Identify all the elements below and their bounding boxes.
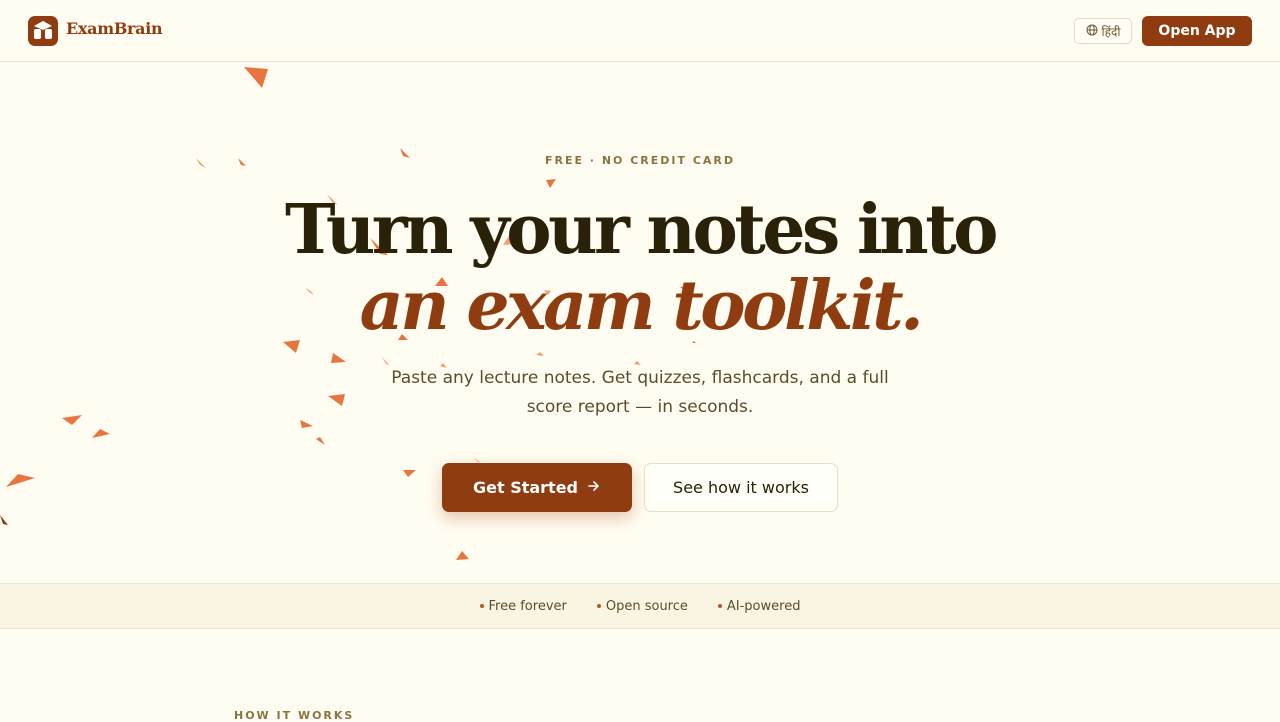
bullet-icon	[479, 604, 484, 608]
bullet-icon	[717, 604, 722, 608]
see-how-it-works-button[interactable]: See how it works	[644, 463, 838, 512]
feature-label: Open source	[605, 598, 688, 614]
paper-plane-icon	[456, 551, 469, 560]
paper-plane-icon	[244, 67, 268, 88]
paper-plane-icon	[62, 415, 82, 425]
hero-eyebrow: FREE · NO CREDIT CARD	[544, 154, 736, 167]
hero-subtitle: Paste any lecture notes. Get quizzes, fl…	[391, 368, 889, 417]
feature-item: Free forever	[479, 598, 567, 614]
get-started-button[interactable]: Get Started	[442, 463, 632, 512]
paper-plane-icon	[92, 429, 110, 438]
feature-label: AI-powered	[726, 598, 801, 614]
open-app-button[interactable]: Open App	[1142, 16, 1252, 46]
paper-plane-icon	[300, 420, 313, 428]
how-it-works-label: HOW IT WORKS	[234, 709, 355, 722]
language-label: हिंदी	[1101, 24, 1121, 39]
feature-label: Free forever	[488, 598, 567, 614]
paper-plane-icon	[331, 353, 346, 363]
globe-icon	[1086, 24, 1098, 39]
logo-icon[interactable]	[28, 16, 58, 46]
feature-item: Open source	[596, 598, 688, 614]
paper-plane-icon	[316, 437, 325, 445]
paper-plane-icon	[0, 515, 8, 525]
top-header: ExamBrain हिंदी Open App	[0, 0, 1280, 62]
paper-plane-icon	[6, 474, 35, 487]
feature-item: AI-powered	[717, 598, 801, 614]
brand-name[interactable]: ExamBrain	[66, 19, 163, 38]
language-toggle-button[interactable]: हिंदी	[1074, 18, 1132, 44]
paper-plane-icon	[382, 357, 389, 365]
paper-plane-icon	[328, 394, 345, 406]
paper-plane-icon	[546, 179, 556, 188]
get-started-label: Get Started	[472, 478, 578, 497]
arrow-right-icon	[587, 478, 601, 497]
feature-strip: Free forever Open source AI-powered	[0, 583, 1280, 629]
hero-headline-line1: Turn your notes into	[284, 190, 999, 270]
paper-plane-icon	[403, 470, 416, 477]
hero-headline-line2: an exam toolkit.	[359, 266, 924, 346]
paper-plane-icon	[536, 352, 544, 356]
bullet-icon	[596, 604, 601, 608]
